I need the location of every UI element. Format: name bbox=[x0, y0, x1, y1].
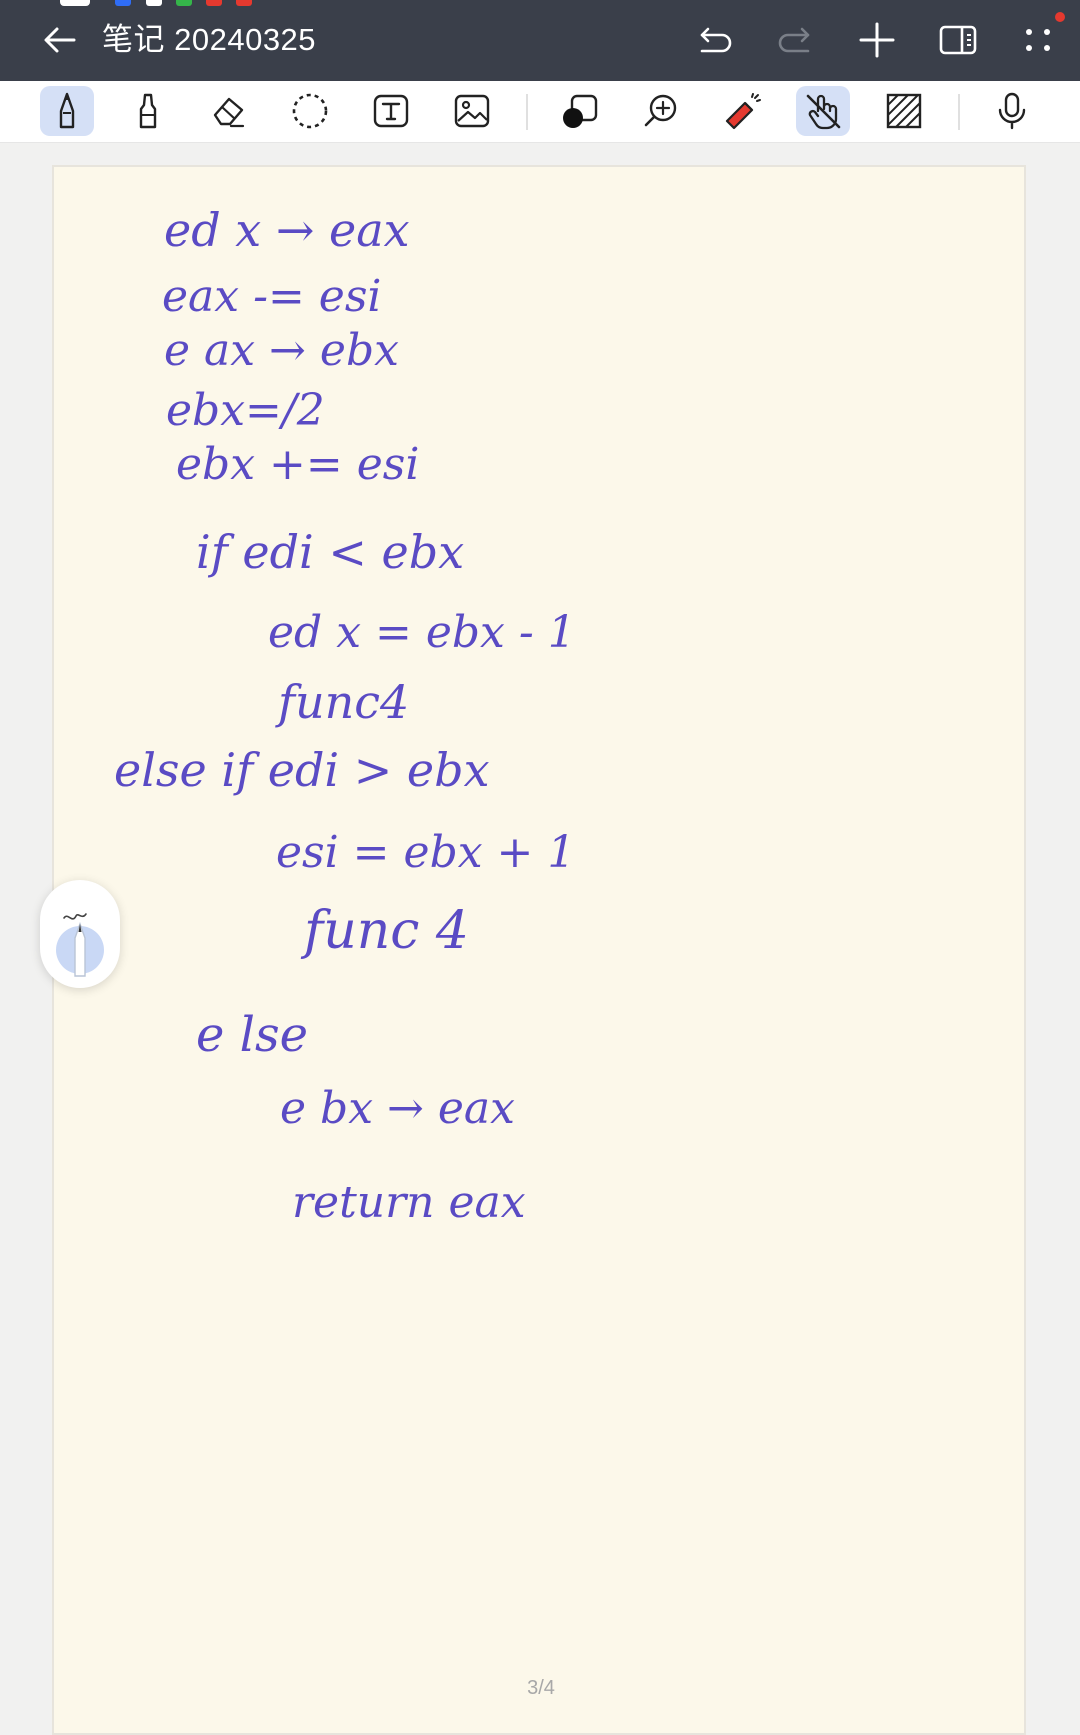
redo-icon bbox=[778, 27, 810, 53]
laser-pointer-tool[interactable] bbox=[715, 86, 769, 136]
touch-draw-toggle[interactable] bbox=[796, 86, 850, 136]
toolbar-divider bbox=[526, 94, 528, 130]
plus-icon bbox=[859, 22, 895, 58]
back-button[interactable] bbox=[38, 18, 82, 62]
highlighter-icon bbox=[139, 93, 157, 129]
pen-tool[interactable] bbox=[40, 86, 94, 136]
handwriting-line: esi = ebx + 1 bbox=[276, 827, 576, 878]
eraser-icon bbox=[213, 97, 245, 128]
more-dots-icon bbox=[1026, 29, 1050, 51]
arrow-left-icon bbox=[44, 27, 76, 53]
toolbar-divider bbox=[958, 94, 960, 130]
pen-icon bbox=[59, 92, 75, 129]
note-page[interactable]: ed x → eax eax -= esi e ax → ebx ebx=/2 … bbox=[52, 165, 1026, 1735]
handwriting-line: ed x → eax bbox=[164, 203, 410, 257]
laser-pointer-icon bbox=[725, 93, 761, 130]
handwriting-line: func4 bbox=[278, 675, 410, 729]
highlighter-tool[interactable] bbox=[121, 86, 175, 136]
handwriting-line: else if edi > ebx bbox=[114, 743, 490, 797]
handwriting-line: ed x = ebx - 1 bbox=[268, 607, 576, 658]
app-bar: 笔记 20240325 bbox=[0, 0, 1080, 81]
text-tool[interactable] bbox=[364, 86, 418, 136]
drawing-toolbar bbox=[0, 81, 1080, 143]
undo-icon bbox=[700, 27, 732, 53]
more-button[interactable] bbox=[1015, 14, 1063, 66]
shape-tool[interactable] bbox=[553, 86, 607, 136]
status-bar-remnant bbox=[0, 0, 1080, 8]
note-canvas[interactable]: ed x → eax eax -= esi e ax → ebx ebx=/2 … bbox=[0, 143, 1080, 1735]
image-icon bbox=[454, 94, 490, 128]
zoom-in-icon bbox=[644, 94, 677, 127]
zoom-tool[interactable] bbox=[634, 86, 688, 136]
handwriting-line: func 4 bbox=[304, 901, 469, 961]
voice-tool[interactable] bbox=[985, 86, 1039, 136]
image-tool[interactable] bbox=[445, 86, 499, 136]
handwriting-line: ebx=/2 bbox=[166, 385, 325, 436]
floating-pen-button[interactable] bbox=[40, 880, 120, 988]
hand-touch-off-icon bbox=[806, 94, 841, 130]
status-app-icon bbox=[236, 0, 252, 6]
handwriting-line: e bx → eax bbox=[280, 1083, 515, 1134]
redo-button[interactable] bbox=[772, 14, 820, 66]
handwriting-line: e lse bbox=[196, 1007, 309, 1063]
hatch-pattern-icon bbox=[886, 93, 922, 129]
pen-quick-icon bbox=[56, 913, 104, 977]
background-tool[interactable] bbox=[877, 86, 931, 136]
split-view-button[interactable] bbox=[934, 14, 982, 66]
shape-icon bbox=[563, 94, 598, 128]
split-panel-icon bbox=[939, 25, 977, 55]
lasso-icon bbox=[292, 93, 328, 129]
status-app-icon bbox=[206, 0, 222, 6]
lasso-tool[interactable] bbox=[283, 86, 337, 136]
handwriting-line: ebx += esi bbox=[176, 439, 420, 490]
handwriting-line: if edi < ebx bbox=[196, 525, 465, 579]
note-title[interactable]: 笔记 20240325 bbox=[102, 20, 316, 60]
handwriting-line: return eax bbox=[292, 1177, 526, 1228]
microphone-icon bbox=[998, 92, 1026, 130]
handwriting-line: e ax → ebx bbox=[164, 325, 399, 376]
text-box-icon bbox=[373, 94, 409, 128]
status-app-icon bbox=[146, 0, 162, 6]
eraser-tool[interactable] bbox=[202, 86, 256, 136]
status-time-remnant bbox=[60, 0, 90, 6]
status-app-icon bbox=[115, 0, 131, 6]
handwriting-line: eax -= esi bbox=[162, 271, 382, 322]
notification-dot bbox=[1055, 12, 1065, 22]
undo-button[interactable] bbox=[690, 14, 738, 66]
page-indicator: 3/4 bbox=[527, 1677, 555, 1699]
status-app-icon bbox=[176, 0, 192, 6]
add-page-button[interactable] bbox=[853, 14, 901, 66]
